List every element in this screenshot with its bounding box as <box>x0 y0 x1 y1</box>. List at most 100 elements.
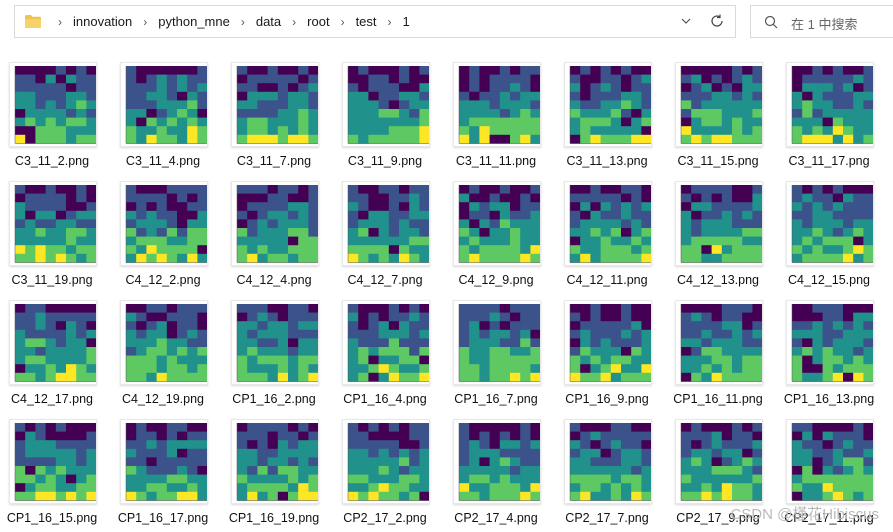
heatmap-thumbnail <box>236 423 318 501</box>
file-thumbnail <box>564 181 652 266</box>
heatmap-thumbnail <box>791 66 873 144</box>
heatmap-thumbnail <box>236 304 318 382</box>
file-item[interactable]: C4_12_11.png <box>555 176 666 294</box>
file-thumbnail <box>120 62 208 147</box>
heatmap-thumbnail <box>680 185 762 263</box>
file-thumbnail <box>120 419 208 504</box>
file-item[interactable]: C3_11_4.png <box>111 57 222 175</box>
breadcrumb-item[interactable]: 1 <box>403 14 410 29</box>
file-name: C4_12_19.png <box>121 392 205 406</box>
file-item[interactable]: C3_11_11.png <box>444 57 555 175</box>
file-thumbnail <box>9 300 97 385</box>
chevron-right-icon[interactable]: › <box>383 15 397 29</box>
file-item[interactable]: C4_12_9.png <box>444 176 555 294</box>
file-item[interactable]: CP1_16_7.png <box>444 295 555 413</box>
file-item[interactable]: CP1_16_13.png <box>777 295 888 413</box>
chevron-right-icon[interactable]: › <box>53 15 67 29</box>
file-thumbnail <box>120 300 208 385</box>
file-thumbnail <box>342 419 430 504</box>
file-name: C3_11_11.png <box>455 154 537 168</box>
chevron-right-icon[interactable]: › <box>336 15 350 29</box>
heatmap-thumbnail <box>347 423 429 501</box>
file-item[interactable]: C3_11_9.png <box>333 57 444 175</box>
heatmap-thumbnail <box>14 304 96 382</box>
file-item[interactable]: CP1_16_2.png <box>222 295 333 413</box>
chevron-right-icon[interactable]: › <box>138 15 152 29</box>
file-item[interactable]: CP1_16_17.png <box>111 414 222 532</box>
breadcrumb-item[interactable]: test <box>356 14 377 29</box>
heatmap-thumbnail <box>347 304 429 382</box>
file-item[interactable]: CP2_17_7.png <box>555 414 666 532</box>
file-thumbnail <box>453 62 541 147</box>
chevron-down-icon[interactable] <box>679 14 693 28</box>
folder-icon <box>25 15 41 28</box>
file-thumbnail <box>231 419 319 504</box>
file-name: C4_12_2.png <box>125 273 201 287</box>
heatmap-thumbnail <box>14 423 96 501</box>
file-name: C4_12_11.png <box>566 273 648 287</box>
refresh-icon[interactable] <box>709 13 725 29</box>
file-item[interactable]: CP1_16_4.png <box>333 295 444 413</box>
file-thumbnail <box>453 181 541 266</box>
file-item[interactable]: CP1_16_19.png <box>222 414 333 532</box>
heatmap-thumbnail <box>569 185 651 263</box>
file-name: C3_11_15.png <box>677 154 759 168</box>
file-name: C3_11_7.png <box>236 154 312 168</box>
file-thumbnail <box>675 419 763 504</box>
file-thumbnail <box>786 62 874 147</box>
file-thumbnail <box>231 62 319 147</box>
file-thumbnail <box>564 62 652 147</box>
chevron-right-icon[interactable]: › <box>287 15 301 29</box>
file-name: C4_12_15.png <box>787 273 871 287</box>
chevron-right-icon[interactable]: › <box>236 15 250 29</box>
file-item[interactable]: C3_11_2.png <box>0 57 111 175</box>
heatmap-thumbnail <box>791 185 873 263</box>
file-item[interactable]: C4_12_4.png <box>222 176 333 294</box>
file-item[interactable]: C3_11_17.png <box>777 57 888 175</box>
file-item[interactable]: CP1_16_11.png <box>666 295 777 413</box>
file-item[interactable]: CP1_16_9.png <box>555 295 666 413</box>
file-item[interactable]: C4_12_13.png <box>666 176 777 294</box>
file-name: C3_11_19.png <box>11 273 93 287</box>
file-item[interactable]: CP2_17_2.png <box>333 414 444 532</box>
heatmap-thumbnail <box>236 185 318 263</box>
file-name: CP1_16_19.png <box>228 511 320 525</box>
file-thumbnail <box>231 181 319 266</box>
file-thumbnail <box>675 300 763 385</box>
file-item[interactable]: C3_11_7.png <box>222 57 333 175</box>
file-name: C4_12_17.png <box>10 392 94 406</box>
file-item[interactable]: C3_11_13.png <box>555 57 666 175</box>
breadcrumb-item[interactable]: data <box>256 14 281 29</box>
file-item[interactable]: CP1_16_15.png <box>0 414 111 532</box>
file-name: C4_12_9.png <box>458 273 534 287</box>
heatmap-thumbnail <box>347 66 429 144</box>
file-item[interactable]: C4_12_2.png <box>111 176 222 294</box>
file-item[interactable]: C4_12_19.png <box>111 295 222 413</box>
breadcrumb-item[interactable]: python_mne <box>158 14 230 29</box>
file-item[interactable]: C4_12_17.png <box>0 295 111 413</box>
heatmap-thumbnail <box>791 423 873 501</box>
file-item[interactable]: C4_12_15.png <box>777 176 888 294</box>
file-name: CP2_17_2.png <box>343 511 427 525</box>
file-name: C3_11_13.png <box>566 154 648 168</box>
file-thumbnail <box>342 62 430 147</box>
heatmap-thumbnail <box>458 304 540 382</box>
file-thumbnail <box>342 300 430 385</box>
file-thumbnail <box>786 419 874 504</box>
file-thumbnail <box>342 181 430 266</box>
file-item[interactable]: C3_11_15.png <box>666 57 777 175</box>
heatmap-thumbnail <box>680 423 762 501</box>
address-bar[interactable]: › innovation › python_mne › data › root › test › 1 <box>14 5 736 38</box>
breadcrumb-item[interactable]: innovation <box>73 14 132 29</box>
search-box[interactable]: 在 1 中搜索 <box>750 5 893 38</box>
heatmap-thumbnail <box>458 185 540 263</box>
file-name: CP1_16_7.png <box>454 392 538 406</box>
heatmap-thumbnail <box>125 304 207 382</box>
file-thumbnail <box>231 300 319 385</box>
file-name: CP1_16_15.png <box>6 511 98 525</box>
file-item[interactable]: CP2_17_4.png <box>444 414 555 532</box>
file-item[interactable]: C4_12_7.png <box>333 176 444 294</box>
file-thumbnail <box>9 62 97 147</box>
file-item[interactable]: C3_11_19.png <box>0 176 111 294</box>
breadcrumb-item[interactable]: root <box>307 14 329 29</box>
